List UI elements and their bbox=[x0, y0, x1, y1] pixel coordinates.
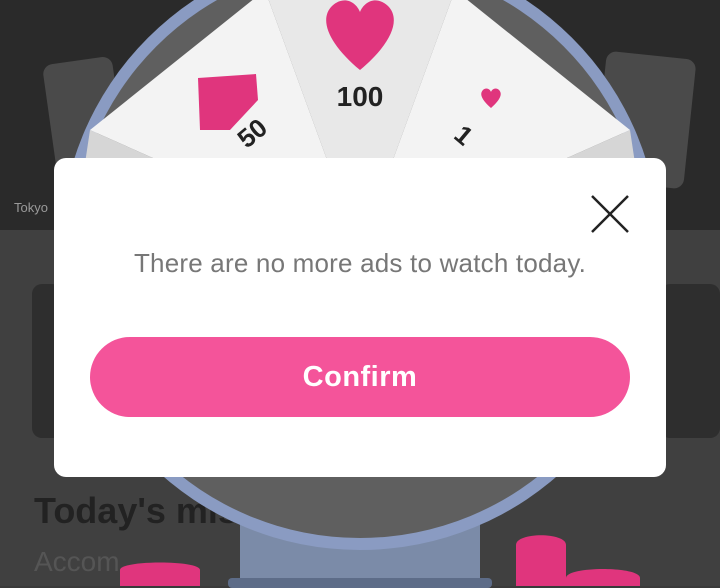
close-button[interactable] bbox=[586, 190, 634, 238]
dialog-message: There are no more ads to watch today. bbox=[133, 248, 587, 278]
confirm-button[interactable]: Confirm bbox=[90, 337, 630, 417]
close-icon bbox=[591, 195, 629, 233]
ads-limit-dialog bbox=[54, 158, 666, 477]
